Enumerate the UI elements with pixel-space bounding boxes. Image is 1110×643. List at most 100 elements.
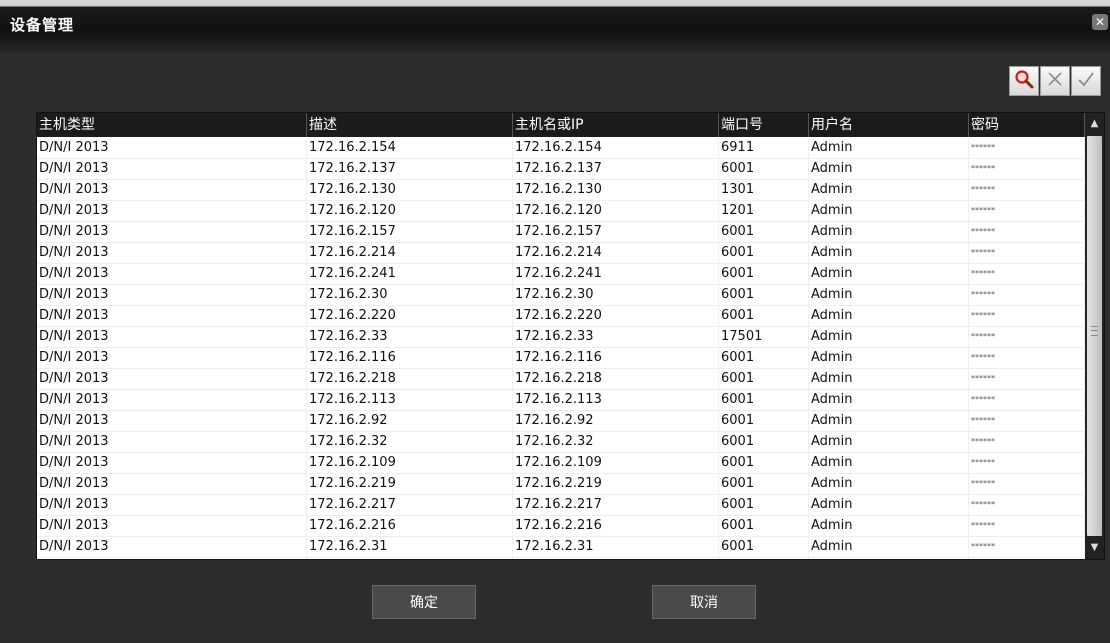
- cell-host-type: D/N/I 2013: [37, 264, 307, 284]
- search-button[interactable]: [1009, 66, 1039, 96]
- scroll-up-button[interactable]: ▲: [1086, 114, 1103, 134]
- cell-port: 6001: [719, 264, 809, 284]
- confirm-icon: [1076, 69, 1096, 93]
- cell-hostname-ip: 172.16.2.33: [513, 327, 719, 347]
- column-host-type[interactable]: 主机类型: [37, 113, 307, 137]
- cell-hostname-ip: 172.16.2.116: [513, 348, 719, 368]
- table-row[interactable]: D/N/I 2013 172.16.2.92 172.16.2.92 6001 Admi…: [37, 411, 1085, 432]
- cell-host-type: D/N/I 2013: [37, 474, 307, 494]
- table-row[interactable]: D/N/I 2013 172.16.2.137 172.16.2.137 6001 Ad…: [37, 159, 1085, 180]
- cell-hostname-ip: 172.16.2.120: [513, 201, 719, 221]
- cell-port: 6001: [719, 369, 809, 389]
- cell-username: Admin: [809, 222, 969, 242]
- cell-host-type: D/N/I 2013: [37, 516, 307, 536]
- cell-username: Admin: [809, 138, 969, 158]
- cell-port: 17501: [719, 327, 809, 347]
- cell-hostname-ip: 172.16.2.218: [513, 369, 719, 389]
- cell-username: Admin: [809, 201, 969, 221]
- cell-port: 1201: [719, 201, 809, 221]
- cell-description: 172.16.2.214: [307, 243, 513, 263]
- table-row[interactable]: D/N/I 2013 172.16.2.217 172.16.2.217 6001 Ad…: [37, 495, 1085, 516]
- cell-description: 172.16.2.116: [307, 348, 513, 368]
- close-button[interactable]: ✕: [1092, 14, 1108, 30]
- table-row[interactable]: D/N/I 2013 172.16.2.216 172.16.2.216 6001 Ad…: [37, 516, 1085, 537]
- table-row[interactable]: D/N/I 2013 172.16.2.113 172.16.2.113 6001 Ad…: [37, 390, 1085, 411]
- vertical-scrollbar[interactable]: ▲ ▼: [1085, 113, 1104, 559]
- table-row[interactable]: D/N/I 2013 172.16.2.31 172.16.2.31 6001 Admi…: [37, 537, 1085, 558]
- column-port[interactable]: 端口号: [719, 113, 809, 137]
- cell-host-type: D/N/I 2013: [37, 138, 307, 158]
- table-row[interactable]: D/N/I 2013 172.16.2.32 172.16.2.32 6001 Admi…: [37, 432, 1085, 453]
- cell-password: ******: [969, 558, 1085, 559]
- cell-description: 172.16.2.220: [307, 306, 513, 326]
- ok-button[interactable]: 确定: [372, 585, 476, 619]
- cell-host-type: D/N/I 2013: [37, 495, 307, 515]
- column-description[interactable]: 描述: [307, 113, 513, 137]
- table-row[interactable]: D/N/I 2013 172.16.2.157 172.16.2.157 6001 Ad…: [37, 222, 1085, 243]
- cell-password: ******: [969, 369, 1085, 389]
- cell-hostname-ip: 172.16.2.216: [513, 516, 719, 536]
- table-row[interactable]: D/N/I 2013 172.16.2.33 172.16.2.33 17501 Adm…: [37, 327, 1085, 348]
- cell-description: 11111: [307, 558, 513, 559]
- table-row[interactable]: D/N/I 2013 172.16.2.214 172.16.2.214 6001 Ad…: [37, 243, 1085, 264]
- table-row[interactable]: D/N/I 2013 172.16.2.154 172.16.2.154 6911 Ad…: [37, 138, 1085, 159]
- table-row[interactable]: D/N/I 2013 172.16.2.219 172.16.2.219 6001 Ad…: [37, 474, 1085, 495]
- cell-username: Admin: [809, 516, 969, 536]
- cell-username: Admin: [809, 411, 969, 431]
- cancel-button[interactable]: 取消: [652, 585, 756, 619]
- table-row[interactable]: D/N/I 2013 172.16.2.130 172.16.2.130 1301 Ad…: [37, 180, 1085, 201]
- cell-host-type: D/N/I 2013: [37, 453, 307, 473]
- cell-hostname-ip: 172.16.2.214: [513, 243, 719, 263]
- table-row[interactable]: D/N/I 2013 172.16.2.116 172.16.2.116 6001 Ad…: [37, 348, 1085, 369]
- cell-hostname-ip: 172.16.2.113: [513, 390, 719, 410]
- cell-username: Admin: [809, 327, 969, 347]
- column-password[interactable]: 密码: [969, 113, 1085, 137]
- grip-icon: [1091, 326, 1098, 336]
- toolbar: [1008, 66, 1101, 98]
- cell-password: ******: [969, 495, 1085, 515]
- cell-hostname-ip: 172.16.2.137: [513, 159, 719, 179]
- cell-port: 0: [719, 558, 809, 559]
- cell-hostname-ip: 172.16.2.154: [513, 138, 719, 158]
- cell-port: 6001: [719, 348, 809, 368]
- table-header: 主机类型 描述 主机名或IP 端口号 用户名 密码: [37, 113, 1085, 137]
- title-bar: 设备管理 ✕: [0, 0, 1110, 52]
- column-hostname-ip[interactable]: 主机名或IP: [513, 113, 719, 137]
- table-row[interactable]: D/N/I 2013 172.16.2.30 172.16.2.30 6001 Admi…: [37, 285, 1085, 306]
- table-row[interactable]: D/N/I 2013 172.16.2.218 172.16.2.218 6001 Ad…: [37, 369, 1085, 390]
- cell-password: ******: [969, 201, 1085, 221]
- window-title: 设备管理: [10, 16, 75, 34]
- cell-username: Admin: [809, 180, 969, 200]
- table-row[interactable]: D/N/I 2013 172.16.2.109 172.16.2.109 6001 Ad…: [37, 453, 1085, 474]
- confirm-button[interactable]: [1071, 66, 1101, 96]
- cell-description: 172.16.2.157: [307, 222, 513, 242]
- cell-host-type: D/N/I 2013: [37, 432, 307, 452]
- cell-host-type: D/N/I 2013: [37, 222, 307, 242]
- table-row[interactable]: D/N/I 2013 172.16.2.241 172.16.2.241 6001 Ad…: [37, 264, 1085, 285]
- cell-password: ******: [969, 264, 1085, 284]
- cell-port: 6001: [719, 411, 809, 431]
- cell-password: ******: [969, 138, 1085, 158]
- cell-description: 172.16.2.33: [307, 327, 513, 347]
- cell-password: ******: [969, 306, 1085, 326]
- table-row[interactable]: D/N/I 201311111a201315690Admin******: [37, 558, 1085, 559]
- scroll-down-button[interactable]: ▼: [1086, 538, 1103, 558]
- cell-host-type: D/N/I 2013: [37, 306, 307, 326]
- table-row[interactable]: D/N/I 2013 172.16.2.220 172.16.2.220 6001 Ad…: [37, 306, 1085, 327]
- cell-password: ******: [969, 474, 1085, 494]
- cell-hostname-ip: 172.16.2.217: [513, 495, 719, 515]
- delete-button[interactable]: [1040, 66, 1070, 96]
- table-row[interactable]: D/N/I 2013 172.16.2.120 172.16.2.120 1201 Ad…: [37, 201, 1085, 222]
- cell-username: Admin: [809, 558, 969, 559]
- cell-port: 6001: [719, 159, 809, 179]
- scroll-thumb[interactable]: [1087, 136, 1102, 536]
- cell-password: ******: [969, 411, 1085, 431]
- cell-description: 172.16.2.241: [307, 264, 513, 284]
- cell-hostname-ip: 172.16.2.32: [513, 432, 719, 452]
- cell-port: 1301: [719, 180, 809, 200]
- cell-hostname-ip: 172.16.2.220: [513, 306, 719, 326]
- column-username[interactable]: 用户名: [809, 113, 969, 137]
- cell-description: 172.16.2.130: [307, 180, 513, 200]
- cell-description: 172.16.2.219: [307, 474, 513, 494]
- cell-port: 6001: [719, 537, 809, 557]
